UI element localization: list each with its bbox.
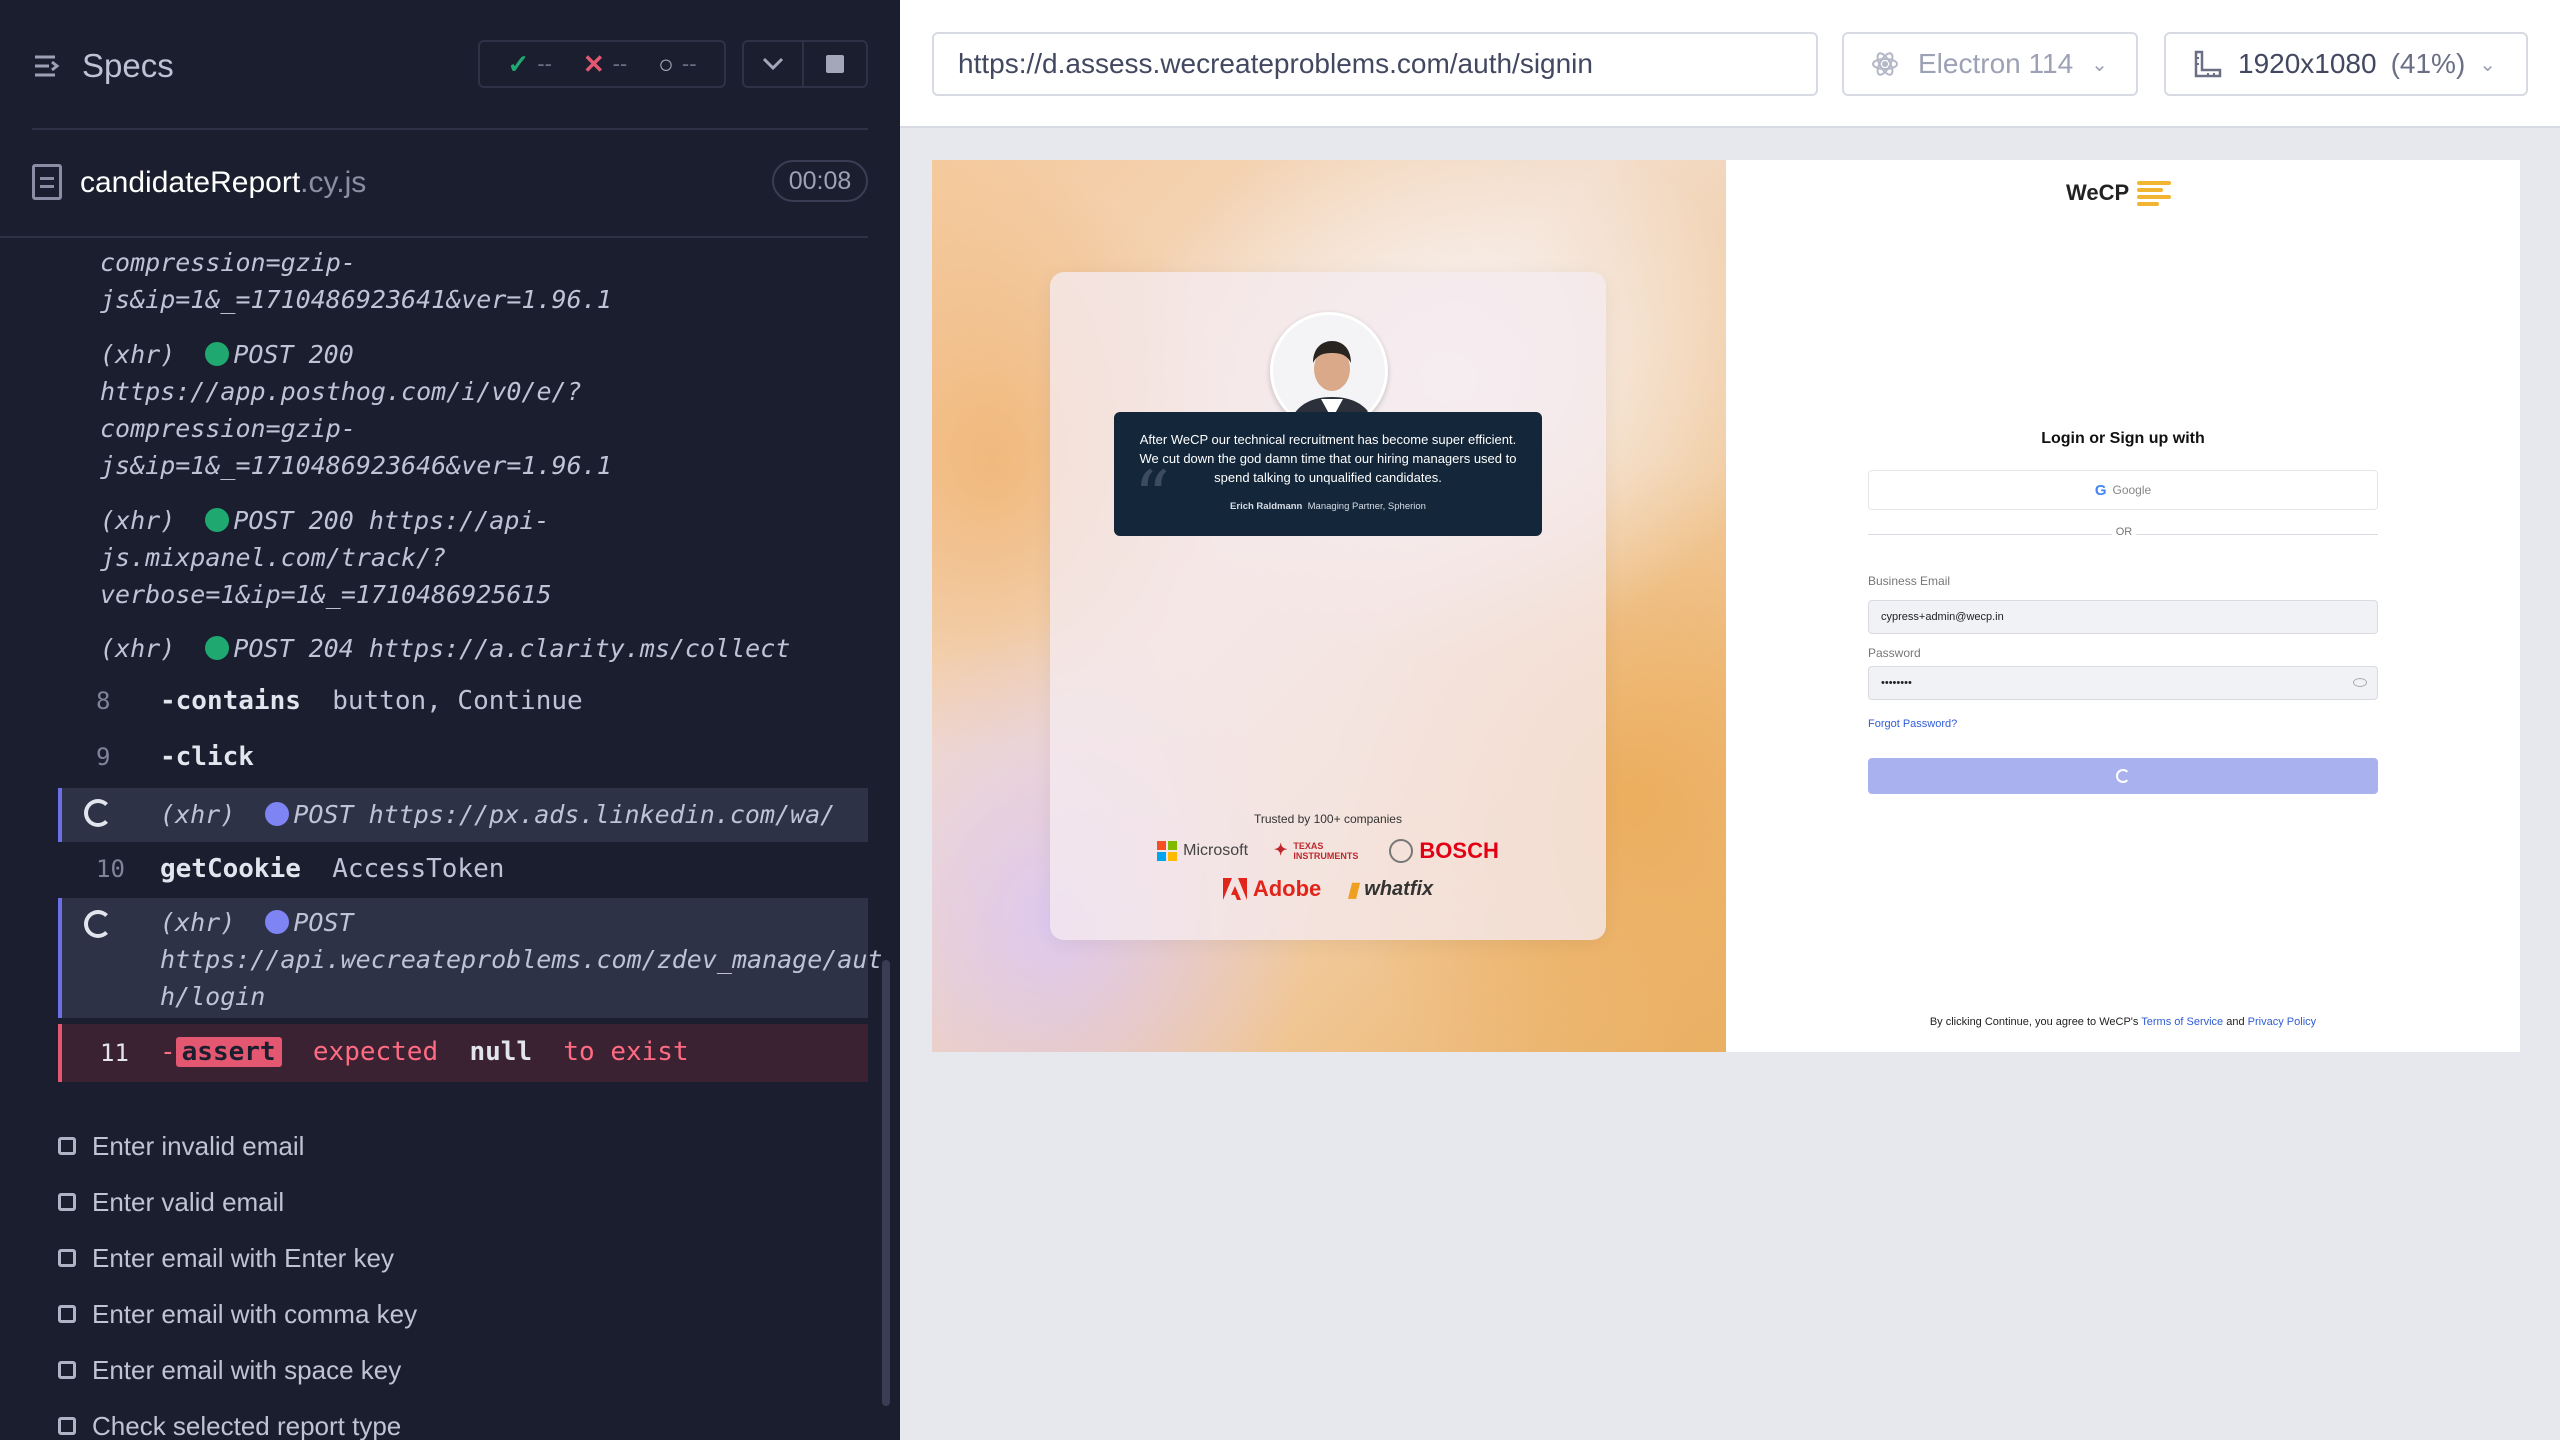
- status-dot-icon: [265, 910, 290, 934]
- password-label: Password: [1868, 646, 1921, 660]
- email-field[interactable]: cypress+admin@wecp.in: [1868, 600, 2378, 634]
- check-icon: ✓: [507, 48, 530, 79]
- aut-toolbar: https://d.assess.wecreateproblems.com/au…: [900, 0, 2560, 128]
- adobe-icon: [1222, 878, 1247, 900]
- url-bar[interactable]: https://d.assess.wecreateproblems.com/au…: [932, 32, 1818, 96]
- test-item[interactable]: Check selected report type: [58, 1398, 417, 1440]
- google-signin-button[interactable]: G Google: [1868, 470, 2378, 510]
- test-item[interactable]: Enter email with Enter key: [58, 1230, 417, 1286]
- failed-count: ✕ --: [582, 48, 628, 79]
- electron-icon: [1872, 52, 1898, 76]
- test-stats: ✓ -- ✕ -- ○ --: [478, 40, 726, 88]
- pending-count: ○ --: [658, 48, 697, 79]
- failed-assert-row[interactable]: 11 - assert expected null to exist: [58, 1024, 868, 1082]
- password-field[interactable]: ••••••••: [1868, 666, 2378, 700]
- document-icon: [32, 164, 62, 200]
- command-row[interactable]: 8 -contains button, Continue: [58, 674, 868, 728]
- chevron-down-icon: [762, 57, 784, 71]
- command-row[interactable]: 9 -click: [58, 730, 868, 784]
- x-icon: ✕: [582, 48, 605, 79]
- checkbox-icon: [58, 1137, 76, 1155]
- privacy-link[interactable]: Privacy Policy: [2248, 1016, 2316, 1028]
- trusted-caption: Trusted by 100+ companies: [1254, 812, 1402, 826]
- marketing-panel: “ After WeCP our technical recruitment h…: [932, 160, 1726, 1052]
- header-divider: [32, 128, 868, 130]
- login-title: Login or Sign up with: [2041, 430, 2205, 447]
- testimonial-quote: “ After WeCP our technical recruitment h…: [1114, 412, 1542, 536]
- loading-spinner-icon: [84, 910, 112, 938]
- browser-selector[interactable]: Electron 114 ⌄: [1842, 32, 2138, 96]
- reporter-header: Specs ✓ -- ✕ -- ○ --: [0, 0, 900, 130]
- command-log-panel: Specs ✓ -- ✕ -- ○ -- candidateReport.cy.js …: [0, 0, 900, 1440]
- passed-count: ✓ --: [507, 48, 552, 79]
- google-icon: G: [2094, 481, 2107, 499]
- specs-label: Specs: [82, 47, 174, 84]
- whatfix-logo: ▮ whatfix: [1347, 877, 1434, 901]
- reporter-scrollbar[interactable]: [882, 960, 890, 1406]
- checkbox-icon: [58, 1193, 76, 1211]
- pending-request-row[interactable]: (xhr) POST https://px.ads.linkedin.com/w…: [58, 788, 868, 842]
- command-row[interactable]: 10 getCookie AccessToken: [58, 842, 868, 896]
- login-panel: WeCP Login or Sign up with G Google OR B…: [1726, 160, 2520, 1052]
- forgot-password-link[interactable]: Forgot Password?: [1868, 718, 1957, 730]
- test-item[interactable]: Enter email with space key: [58, 1342, 417, 1398]
- test-item[interactable]: Enter valid email: [58, 1174, 417, 1230]
- file-divider: [0, 236, 868, 238]
- viewport-info[interactable]: 1920x1080 (41%) ⌄: [2164, 32, 2528, 96]
- continue-button[interactable]: [1868, 758, 2378, 794]
- pending-request-row[interactable]: (xhr) POST https://api.wecreateproblems.…: [58, 898, 882, 1018]
- run-duration: 00:08: [772, 160, 868, 202]
- status-dot-icon: [265, 802, 290, 826]
- chevron-down-icon: ⌄: [2479, 53, 2497, 76]
- checkbox-icon: [58, 1417, 76, 1435]
- test-item[interactable]: Enter email with comma key: [58, 1286, 417, 1342]
- checkbox-icon: [58, 1249, 76, 1267]
- company-logos: Microsoft ✦ Texas Instruments BOSCH Adobe…: [1050, 838, 1606, 902]
- stop-button[interactable]: [802, 40, 868, 88]
- checkbox-icon: [58, 1305, 76, 1323]
- collapse-button[interactable]: [742, 40, 804, 88]
- ruler-icon: [2194, 50, 2222, 78]
- status-dot-icon: [205, 342, 230, 366]
- log-entry[interactable]: (xhr) POST 204 https://a.clarity.ms/coll…: [100, 630, 790, 667]
- assert-badge: assert: [175, 1037, 282, 1067]
- specs-list-icon: [35, 55, 60, 77]
- spec-file-name[interactable]: candidateReport.cy.js: [80, 166, 366, 200]
- spec-file-header: candidateReport.cy.js 00:08: [0, 150, 900, 218]
- specs-button[interactable]: Specs: [32, 44, 174, 88]
- or-label: OR: [2112, 526, 2136, 538]
- testimonial-card: “ After WeCP our technical recruitment h…: [1050, 272, 1606, 940]
- loading-spinner-icon: [2116, 769, 2130, 783]
- quote-icon: “: [1134, 456, 1170, 538]
- log-entry[interactable]: (xhr) POST 200 https://api- js.mixpanel.…: [100, 502, 552, 613]
- wecp-logo: WeCP: [2066, 180, 2172, 206]
- microsoft-logo: Microsoft: [1157, 838, 1248, 864]
- status-dot-icon: [205, 508, 230, 532]
- terms-link[interactable]: Terms of Service: [2141, 1016, 2223, 1028]
- log-entry[interactable]: (xhr) POST 200 https://app.posthog.com/i…: [100, 336, 612, 484]
- app-under-test-panel: https://d.assess.wecreateproblems.com/au…: [900, 0, 2560, 1440]
- texas-instruments-logo: ✦ Texas Instruments: [1274, 841, 1359, 861]
- bosch-ring-icon: [1389, 839, 1414, 863]
- stop-icon: [826, 55, 844, 73]
- brand-bars-icon: [2137, 180, 2172, 206]
- eye-icon[interactable]: [2353, 678, 2367, 687]
- email-label: Business Email: [1868, 574, 1951, 588]
- pending-icon: ○: [658, 48, 674, 79]
- status-dot-icon: [205, 636, 230, 660]
- test-item[interactable]: Enter invalid email: [58, 1118, 417, 1174]
- terms-text: By clicking Continue, you agree to WeCP'…: [1929, 1016, 2317, 1028]
- test-list: Enter invalid email Enter valid email En…: [58, 1118, 417, 1440]
- chevron-down-icon: ⌄: [2091, 53, 2108, 76]
- adobe-logo: Adobe: [1222, 876, 1321, 902]
- checkbox-icon: [58, 1361, 76, 1379]
- bosch-logo: BOSCH: [1389, 838, 1499, 864]
- app-iframe: “ After WeCP our technical recruitment h…: [932, 160, 2520, 1052]
- loading-spinner-icon: [84, 799, 112, 827]
- log-entry[interactable]: compression=gzip- js&ip=1&_=171048692364…: [100, 244, 612, 318]
